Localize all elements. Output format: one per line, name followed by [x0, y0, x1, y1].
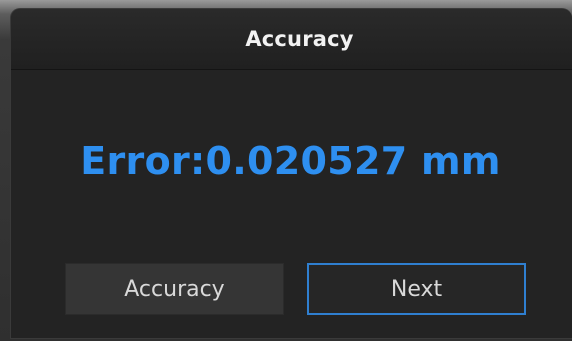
dialog-title: Accuracy: [245, 27, 354, 51]
accuracy-dialog: Accuracy Error:0.020527 mm Accuracy Next: [10, 8, 572, 339]
next-button[interactable]: Next: [307, 263, 526, 315]
dialog-titlebar: Accuracy: [11, 9, 572, 70]
error-value: Error:0.020527 mm: [80, 139, 501, 183]
accuracy-button-label: Accuracy: [124, 276, 225, 302]
accuracy-button[interactable]: Accuracy: [65, 263, 284, 315]
next-button-label: Next: [390, 276, 443, 302]
